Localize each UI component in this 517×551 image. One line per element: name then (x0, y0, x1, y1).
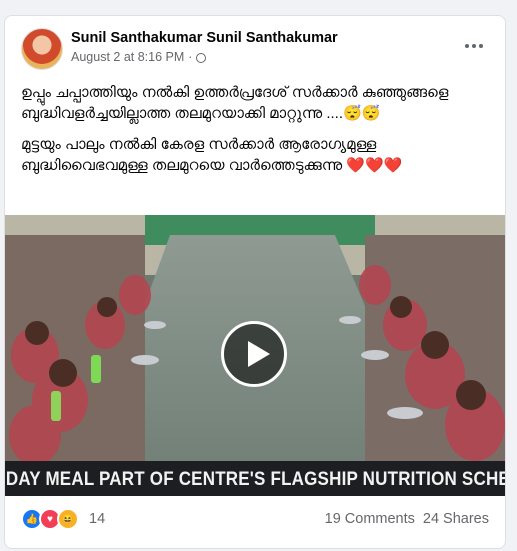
post-meta: August 2 at 8:16 PM · (71, 50, 207, 64)
video-player[interactable]: MIDDAY MEAL PART OF CENTRE'S FLAGSHIP NU… (5, 215, 505, 496)
post-paragraph: മുട്ടയും പാലും നൽകി കേരള സർക്കാർ ആരോഗ്യമ… (21, 136, 403, 174)
post-footer: 👍 ♥ 😆 14 19 Comments 24 Shares (21, 504, 489, 534)
shares-count[interactable]: 24 Shares (423, 511, 489, 527)
more-options-button[interactable] (459, 34, 489, 58)
post-paragraph: ഉപ്പും ചപ്പാത്തിയും നൽകി ഉത്തർപ്രദേശ് സർ… (21, 84, 449, 122)
dot-icon (465, 44, 469, 48)
reactions-summary[interactable]: 👍 ♥ 😆 14 (21, 508, 105, 530)
globe-icon (196, 53, 207, 63)
timestamp[interactable]: August 2 at 8:16 PM (71, 50, 184, 64)
post-card: Sunil Santhakumar Sunil Santhakumar Augu… (4, 15, 506, 549)
reaction-count[interactable]: 14 (89, 511, 105, 527)
play-button[interactable] (221, 321, 287, 387)
comments-count[interactable]: 19 Comments (325, 511, 415, 527)
news-ticker: MIDDAY MEAL PART OF CENTRE'S FLAGSHIP NU… (5, 461, 505, 496)
ticker-text: MIDDAY MEAL PART OF CENTRE'S FLAGSHIP NU… (5, 467, 505, 489)
dot-icon (479, 44, 483, 48)
meta-separator: · (188, 50, 193, 64)
avatar[interactable] (21, 28, 63, 70)
post-header: Sunil Santhakumar Sunil Santhakumar Augu… (21, 28, 489, 70)
engagement-stats: 19 Comments 24 Shares (325, 511, 489, 527)
dot-icon (472, 44, 476, 48)
author-name[interactable]: Sunil Santhakumar Sunil Santhakumar (71, 30, 338, 46)
haha-icon: 😆 (57, 508, 79, 530)
post-text: ഉപ്പും ചപ്പാത്തിയും നൽകി ഉത്തർപ്രദേശ് സർ… (21, 82, 489, 186)
